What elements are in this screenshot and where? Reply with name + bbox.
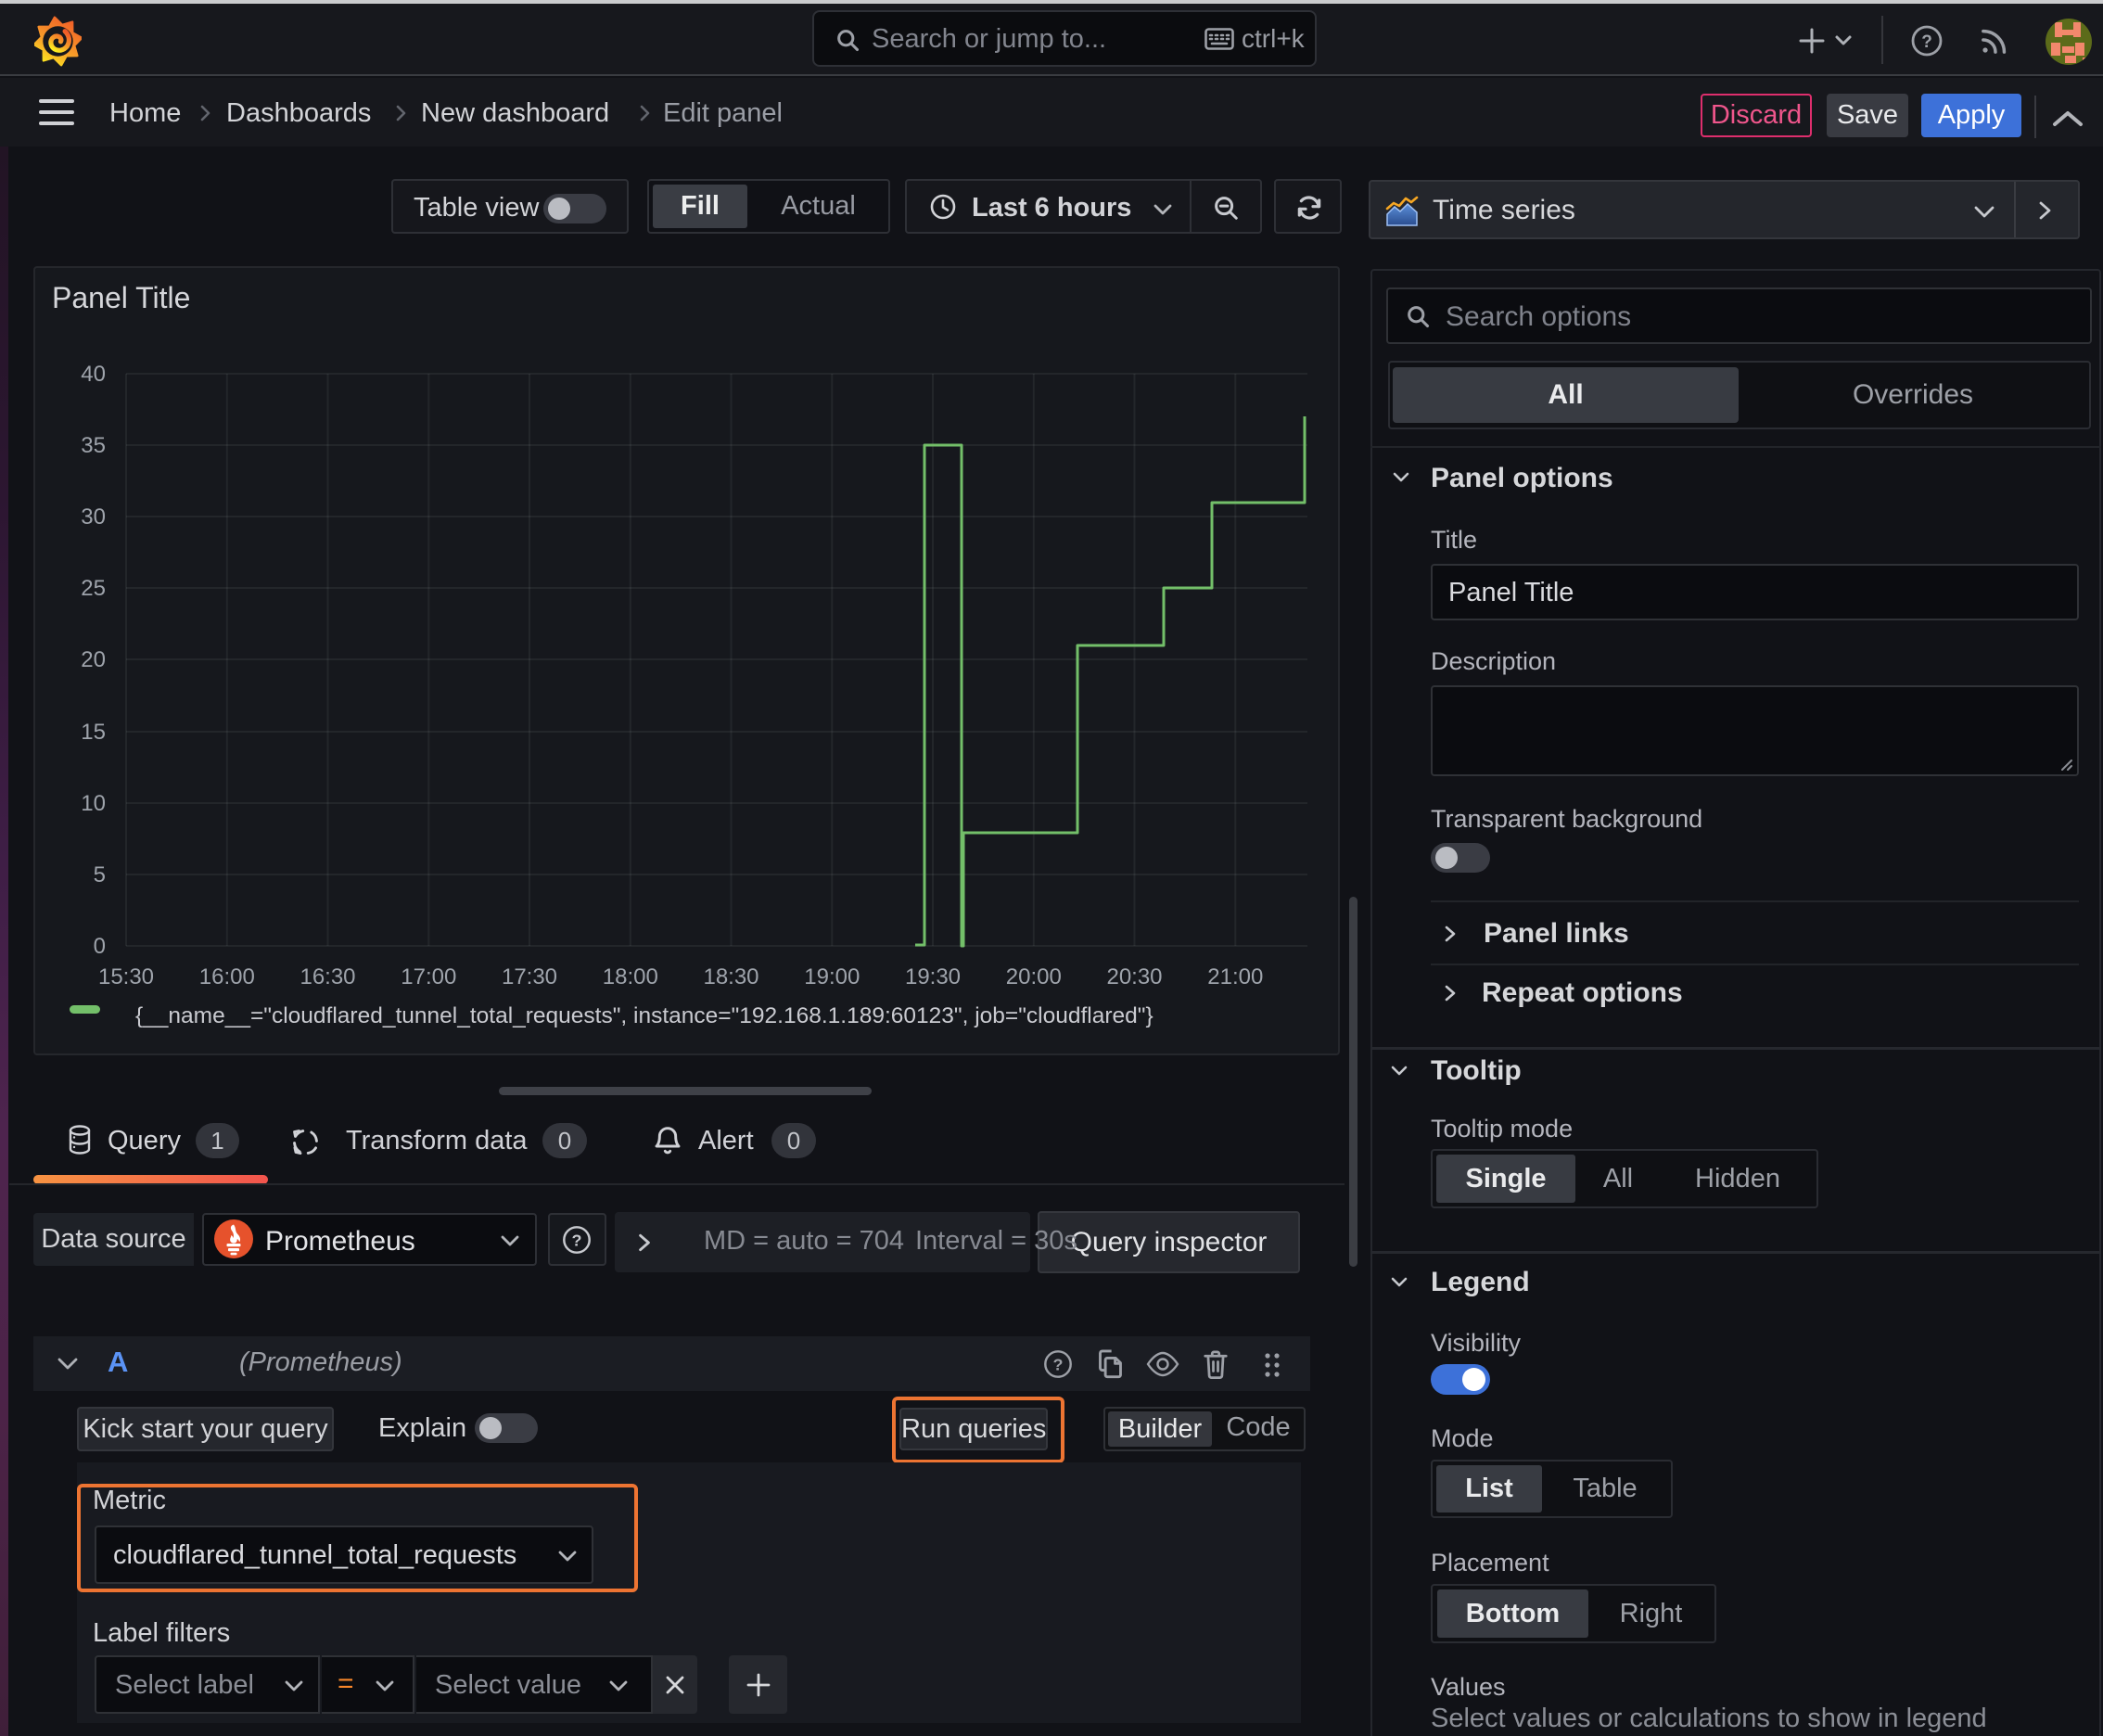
svg-text:5: 5: [94, 862, 106, 887]
svg-text:30: 30: [81, 504, 106, 530]
svg-text:17:00: 17:00: [401, 964, 456, 989]
svg-text:16:00: 16:00: [199, 964, 255, 989]
svg-text:15:30: 15:30: [98, 964, 154, 989]
svg-text:?: ?: [1053, 1356, 1064, 1374]
svg-text:18:30: 18:30: [703, 964, 758, 989]
svg-text:20:00: 20:00: [1006, 964, 1062, 989]
svg-text:{__name__="cloudflared_tunnel_: {__name__="cloudflared_tunnel_total_requ…: [135, 1003, 1153, 1028]
svg-text:19:00: 19:00: [804, 964, 860, 989]
svg-text:25: 25: [81, 576, 106, 601]
svg-text:10: 10: [81, 791, 106, 816]
svg-text:?: ?: [572, 1232, 582, 1250]
svg-text:19:30: 19:30: [905, 964, 961, 989]
svg-text:40: 40: [81, 362, 106, 387]
svg-text:15: 15: [81, 720, 106, 745]
svg-text:0: 0: [94, 934, 106, 959]
svg-text:18:00: 18:00: [603, 964, 658, 989]
svg-text:20:30: 20:30: [1106, 964, 1162, 989]
svg-text:?: ?: [1921, 32, 1932, 52]
svg-text:17:30: 17:30: [502, 964, 557, 989]
svg-text:16:30: 16:30: [300, 964, 355, 989]
svg-text:20: 20: [81, 647, 106, 672]
svg-text:35: 35: [81, 433, 106, 458]
svg-text:21:00: 21:00: [1207, 964, 1263, 989]
